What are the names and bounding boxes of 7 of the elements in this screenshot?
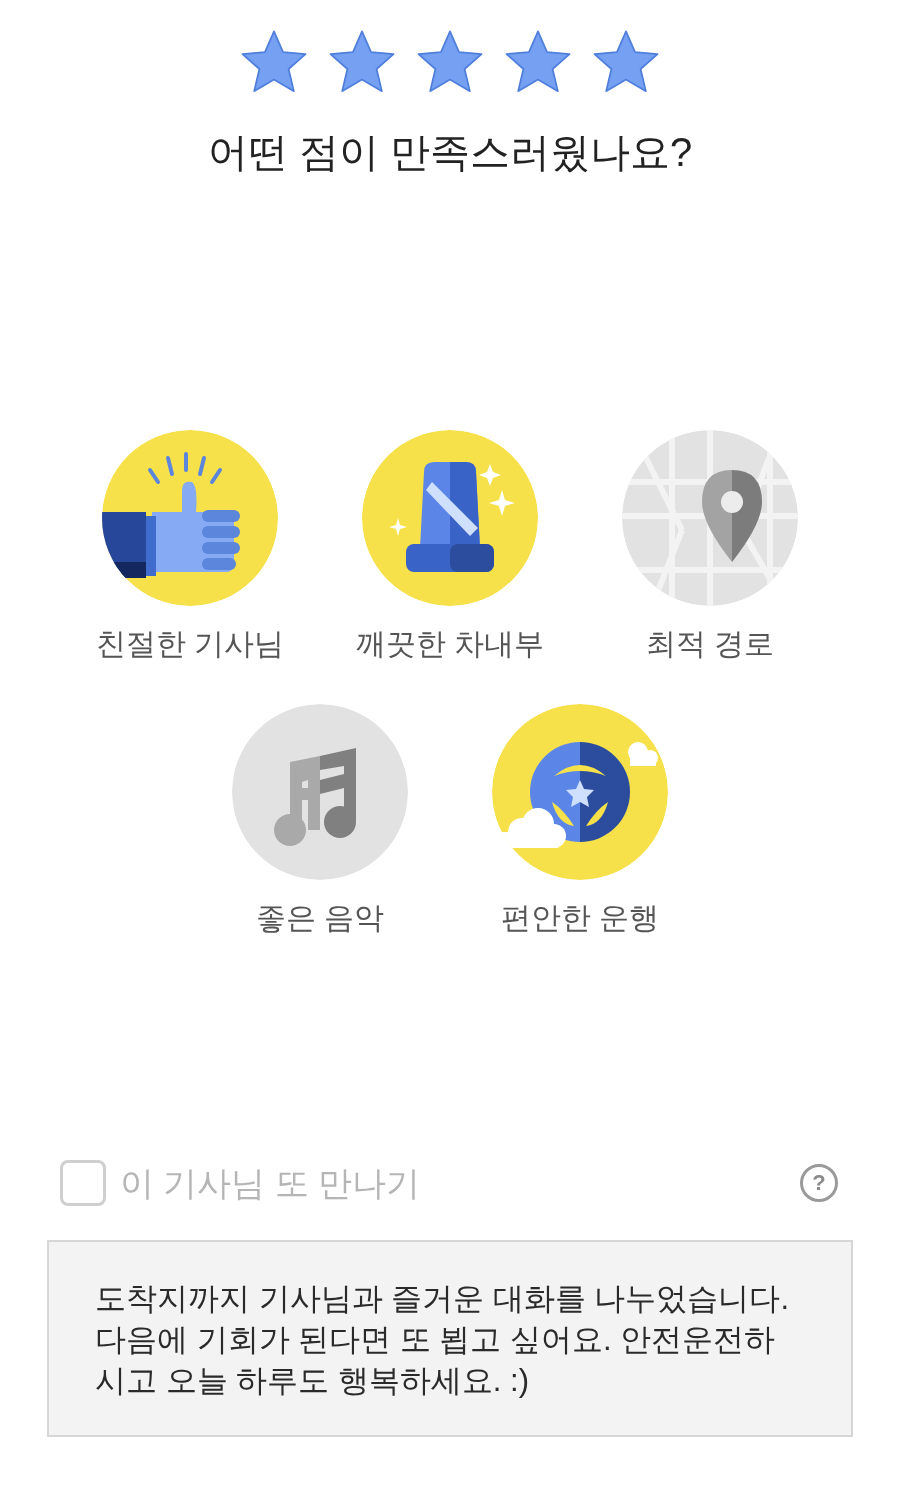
option-button[interactable]: 친절한 기사님 xyxy=(60,430,320,662)
option-button[interactable]: 깨끗한 차내부 xyxy=(320,430,580,662)
question-title: 어떤 점이 만족스러웠나요? xyxy=(207,129,693,176)
option-button[interactable]: 최적 경로 xyxy=(580,430,840,662)
comment-box[interactable]: 도착지까지 기사님과 즐거운 대화를 나누었습니다. 다음에 기회가 된다면 또 뵙고 싶어요. 안전운전하시고 오늘 하루도 행복하세요. :) xyxy=(47,1240,853,1437)
option-button[interactable]: 좋은 음악 xyxy=(190,704,450,936)
option-button[interactable]: 편안한 운행 xyxy=(450,704,710,936)
